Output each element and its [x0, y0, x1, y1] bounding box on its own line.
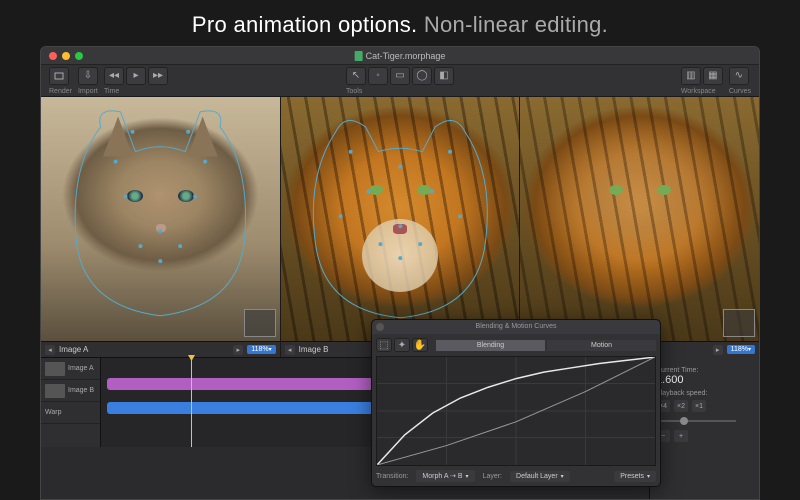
speed-slider[interactable]: [656, 420, 736, 422]
zoom-dropdown[interactable]: 118%: [727, 345, 755, 354]
play-button[interactable]: ▸: [126, 67, 146, 85]
layer-label: Layer:: [483, 473, 502, 480]
tab-motion[interactable]: Motion: [547, 340, 656, 351]
headline-rest: Non-linear editing.: [417, 12, 608, 37]
app-window: Cat-Tiger.morphage Render ⇩ Import ◂◂ ▸ …: [40, 46, 760, 500]
playhead[interactable]: [191, 358, 192, 447]
time-label: Time: [104, 88, 119, 95]
viewport-preview[interactable]: ◂ ▸ 118%: [520, 97, 759, 357]
chevron-right-icon[interactable]: ▸: [233, 345, 243, 355]
workspace-2-button[interactable]: ▦: [703, 67, 723, 85]
close-icon[interactable]: [376, 323, 384, 331]
close-icon[interactable]: [49, 52, 57, 60]
curve-tool-2-icon[interactable]: ✦: [394, 338, 410, 352]
point-tool[interactable]: ◦: [368, 67, 388, 85]
window-controls: [41, 52, 83, 60]
viewport-b[interactable]: ◂ Image B ▸ 118%: [281, 97, 520, 357]
headline: Pro animation options. Non-linear editin…: [0, 0, 800, 48]
chevron-left-icon[interactable]: ◂: [45, 345, 55, 355]
navigator-thumb[interactable]: [723, 309, 755, 337]
rect-tool[interactable]: ▭: [390, 67, 410, 85]
viewport-a-label: Image A: [59, 345, 229, 354]
render-label: Render: [49, 88, 72, 95]
zoom-dropdown[interactable]: 118%: [247, 345, 275, 354]
headline-strong: Pro animation options.: [192, 12, 418, 37]
layer-dropdown[interactable]: Default Layer: [510, 471, 570, 482]
rewind-button[interactable]: ◂◂: [104, 67, 124, 85]
minimize-icon[interactable]: [62, 52, 70, 60]
titlebar: Cat-Tiger.morphage: [41, 47, 759, 65]
panel-title: Blending & Motion Curves: [372, 320, 660, 334]
tab-blending[interactable]: Blending: [436, 340, 545, 351]
navigator-thumb[interactable]: [244, 309, 276, 337]
render-button[interactable]: [49, 67, 69, 85]
playback-speed-label: Playback speed:: [656, 390, 753, 397]
curves-label: Curves: [729, 88, 751, 95]
track-label-warp[interactable]: Warp: [41, 402, 100, 424]
transition-dropdown[interactable]: Morph A ⇢ B: [416, 470, 474, 482]
slider-knob[interactable]: [680, 417, 688, 425]
toolbar: Render ⇩ Import ◂◂ ▸ ▸▸ Time ↖ ◦ ▭ ◯ ◧: [41, 65, 759, 97]
curves-button[interactable]: ∿: [729, 67, 749, 85]
maximize-icon[interactable]: [75, 52, 83, 60]
plus-button[interactable]: +: [674, 430, 688, 442]
side-panel: Current Time: 1.600 Playback speed: ×4 ×…: [649, 357, 759, 499]
workspace-label: Workspace: [681, 88, 716, 95]
chevron-left-icon[interactable]: ◂: [285, 345, 295, 355]
presets-dropdown[interactable]: Presets: [614, 471, 656, 482]
speed-x1-button[interactable]: ×1: [692, 400, 706, 412]
shape-tool[interactable]: ◯: [412, 67, 432, 85]
document-title: Cat-Tiger.morphage: [355, 51, 446, 61]
tools-label: Tools: [346, 88, 362, 95]
curve-graph[interactable]: [376, 356, 656, 466]
curve-tool-1-icon[interactable]: ⬚: [376, 338, 392, 352]
hand-tool-icon[interactable]: ✋: [412, 338, 428, 352]
track-label-a[interactable]: Image A: [41, 358, 100, 380]
timeline-labels: Image A Image B Warp: [41, 358, 101, 447]
current-time-label: Current Time:: [656, 367, 753, 374]
mask-tool[interactable]: ◧: [434, 67, 454, 85]
document-icon: [355, 51, 363, 61]
forward-button[interactable]: ▸▸: [148, 67, 168, 85]
chevron-right-icon[interactable]: ▸: [713, 345, 723, 355]
speed-x2-button[interactable]: ×2: [674, 400, 688, 412]
current-time-value: 1.600: [656, 374, 753, 386]
import-button[interactable]: ⇩: [78, 67, 98, 85]
import-label: Import: [78, 88, 98, 95]
arrow-tool[interactable]: ↖: [346, 67, 366, 85]
curves-panel: Blending & Motion Curves ⬚ ✦ ✋ Blending …: [371, 319, 661, 487]
workspace-1-button[interactable]: ▥: [681, 67, 701, 85]
transition-label: Transition:: [376, 473, 408, 480]
document-name: Cat-Tiger.morphage: [366, 51, 446, 61]
viewport-a[interactable]: ◂ Image A ▸ 118%: [41, 97, 280, 357]
track-label-b[interactable]: Image B: [41, 380, 100, 402]
viewports: ◂ Image A ▸ 118% ◂ Image B ▸ 118%: [41, 97, 759, 357]
